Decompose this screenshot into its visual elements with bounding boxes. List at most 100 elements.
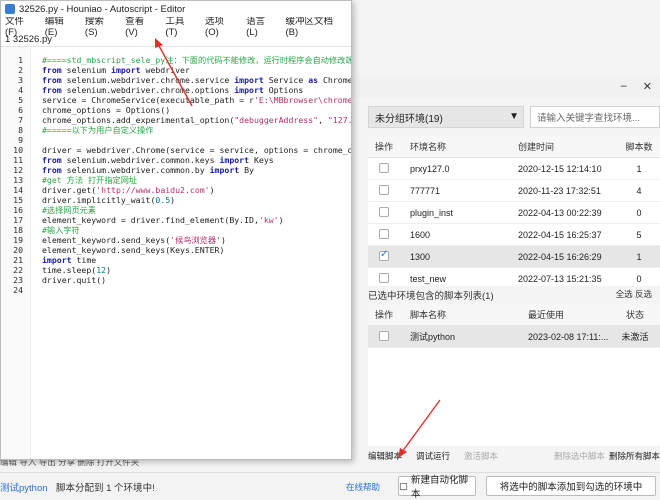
code-text: from selenium import webdriver: [42, 65, 190, 75]
table-row[interactable]: 测试python 2023-02-08 17:11:... 未激活: [368, 326, 660, 348]
line-number: 7: [18, 115, 23, 125]
row-checkbox[interactable]: [379, 162, 389, 173]
code-line: 15 driver.implicitly_wait(0.5): [1, 195, 351, 205]
minimize-icon[interactable]: –: [621, 80, 627, 93]
code-line: 12 from selenium.webdriver.common.by impo…: [1, 165, 351, 175]
table-row[interactable]: 777771 2020-11-23 17:32:51 4: [368, 180, 660, 202]
env-table: 操作 环境名称 创建时间 脚本数 prxy127.0 2020-12-15 12:…: [368, 136, 660, 286]
new-doc-icon: ▢: [399, 480, 408, 492]
code-text: from selenium.webdriver.chrome.service i…: [42, 75, 351, 85]
script-table: 操作 脚本名称 最近使用 状态 测试python 2023-02-08 17:1…: [368, 304, 660, 446]
col-env-name: 环境名称: [410, 142, 447, 152]
env-script-count: 0: [636, 273, 642, 284]
row-checkbox[interactable]: [379, 330, 389, 341]
table-row[interactable]: 1600 2022-04-15 16:25:37 5: [368, 224, 660, 246]
code-line: 3 from selenium.webdriver.chrome.service …: [1, 75, 351, 85]
edit-script-button[interactable]: 编辑脚本: [368, 450, 402, 462]
row-checkbox[interactable]: [379, 206, 389, 217]
code-text: from selenium.webdriver.chrome.options i…: [42, 85, 304, 95]
window-controls: – ✕: [621, 80, 652, 93]
row-checkbox[interactable]: [379, 249, 389, 261]
line-number: 21: [13, 255, 23, 265]
code-text: element_keyword.send_keys(Keys.ENTER): [42, 245, 225, 255]
line-number: 2: [18, 65, 23, 75]
env-search-input[interactable]: 请输入关键字查找环境...: [530, 106, 660, 128]
code-text: time.sleep(12): [42, 265, 112, 275]
status-message: 脚本分配到 1 个环境中!: [56, 483, 155, 494]
new-script-button[interactable]: ▢ 新建自动化脚本: [398, 475, 476, 500]
code-area[interactable]: 1 #====std_mbscript_sele_py注：下面的代码不能修改，运行…: [1, 47, 351, 459]
code-text: #get 方法 打开指定网址: [42, 175, 138, 185]
col-script-name: 脚本名称: [410, 310, 447, 320]
table-row[interactable]: plugin_inst 2022-04-13 00:22:39 0: [368, 202, 660, 224]
code-line: 17 element_keyword = driver.find_element(…: [1, 215, 351, 225]
code-text: import time: [42, 255, 97, 265]
add-script-label: 将选中的脚本添加到勾选的环境中: [499, 482, 643, 493]
code-text: driver.quit(): [42, 275, 107, 285]
chevron-down-icon: ▼: [509, 111, 519, 122]
delete-all-button[interactable]: 删除所有脚本: [609, 450, 660, 462]
debug-run-button[interactable]: 调试运行: [416, 450, 450, 462]
select-all-link[interactable]: 全选: [616, 289, 633, 299]
code-text: from selenium.webdriver.common.keys impo…: [42, 155, 274, 165]
line-number: 18: [13, 225, 23, 235]
code-line: 19 element_keyword.send_keys('候鸟浏览器'): [1, 235, 351, 245]
status-script-name: 测试python: [0, 483, 48, 494]
env-table-header: 操作 环境名称 创建时间 脚本数: [368, 136, 660, 158]
close-icon[interactable]: ✕: [643, 80, 652, 93]
env-script-count: 4: [636, 185, 642, 196]
code-line: 23 driver.quit(): [1, 275, 351, 285]
env-script-count: 1: [636, 163, 642, 174]
row-checkbox[interactable]: [379, 272, 389, 283]
code-text: #选择网页元素: [42, 205, 97, 215]
code-line: 20 element_keyword.send_keys(Keys.ENTER): [1, 245, 351, 255]
online-help-link[interactable]: 在线帮助: [346, 481, 380, 493]
env-created: 2022-04-15 16:26:29: [518, 251, 602, 262]
env-group-select[interactable]: 未分组环境(19) ▼: [368, 106, 524, 128]
line-number: 20: [13, 245, 23, 255]
line-number: 4: [18, 85, 23, 95]
activate-script-button[interactable]: 激活脚本: [464, 450, 498, 462]
table-row[interactable]: test_new 2022-07-13 15:21:35 0: [368, 268, 660, 286]
scripts-list-title: 已选中环境包含的脚本列表(1): [368, 291, 494, 302]
delete-selected-button[interactable]: 删除选中脚本: [554, 450, 605, 462]
code-line: 8 #=====以下为用户自定义操作: [1, 125, 351, 135]
editor-window: 32526.py - Houniao - Autoscript - Editor…: [0, 0, 352, 460]
app-icon: [5, 4, 15, 14]
env-script-count: 1: [636, 251, 642, 262]
env-created: 2022-04-13 00:22:39: [518, 207, 602, 218]
code-text: driver = webdriver.Chrome(service = serv…: [42, 145, 351, 155]
script-status: 未激活: [621, 332, 649, 342]
code-line: 22 time.sleep(12): [1, 265, 351, 275]
env-created: 2022-04-15 16:25:37: [518, 229, 602, 240]
line-number: 13: [13, 175, 23, 185]
env-name: plugin_inst: [410, 207, 454, 218]
row-checkbox[interactable]: [379, 184, 389, 195]
line-number: 19: [13, 235, 23, 245]
code-line: 21 import time: [1, 255, 351, 265]
manager-titlebar: [350, 76, 660, 98]
editor-titlebar: 32526.py - Houniao - Autoscript - Editor: [1, 1, 351, 17]
invert-selection-link[interactable]: 反选: [635, 289, 652, 299]
code-text: #====std_mbscript_sele_py注：下面的代码不能修改，运行时…: [42, 55, 351, 65]
file-tab-label: 1 32526.py: [5, 34, 53, 45]
table-row[interactable]: prxy127.0 2020-12-15 12:14:10 1: [368, 158, 660, 180]
code-text: service = ChromeService(executable_path …: [42, 95, 351, 105]
env-created: 2022-07-13 15:21:35: [518, 273, 602, 284]
line-number: 1: [18, 55, 23, 65]
env-search-placeholder: 请输入关键字查找环境...: [537, 113, 640, 124]
line-number: 12: [13, 165, 23, 175]
line-number: 5: [18, 95, 23, 105]
line-number: 10: [13, 145, 23, 155]
code-line: 2 from selenium import webdriver: [1, 65, 351, 75]
row-checkbox[interactable]: [379, 228, 389, 239]
add-script-to-env-button[interactable]: 将选中的脚本添加到勾选的环境中: [486, 476, 656, 496]
env-name: test_new: [410, 273, 447, 284]
table-row[interactable]: 1300 2022-04-15 16:26:29 1: [368, 246, 660, 268]
code-text: driver.implicitly_wait(0.5): [42, 195, 176, 205]
line-number: 22: [13, 265, 23, 275]
code-text: element_keyword.send_keys('候鸟浏览器'): [42, 235, 226, 245]
line-number: 24: [13, 285, 23, 295]
line-number: 6: [18, 105, 23, 115]
env-created: 2020-11-23 17:32:51: [518, 185, 601, 196]
